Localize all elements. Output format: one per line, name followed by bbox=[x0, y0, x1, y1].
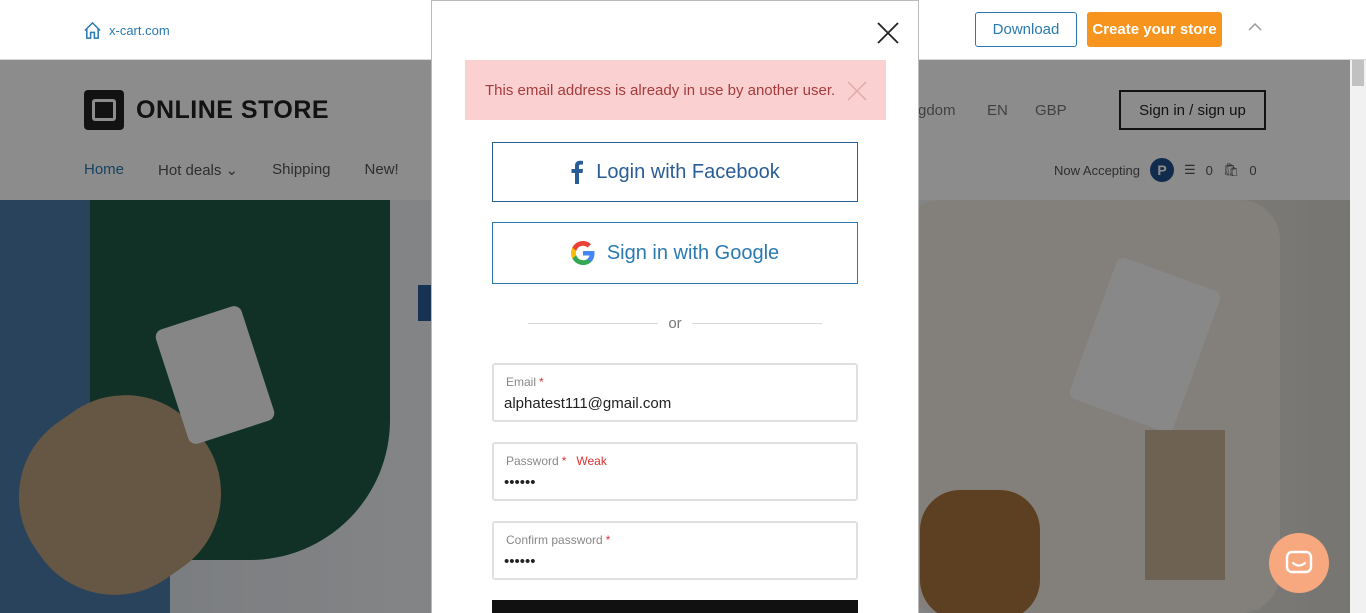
password-label: Password * Weak bbox=[506, 454, 607, 468]
xcart-home-link[interactable]: x-cart.com bbox=[83, 21, 170, 40]
page-scrollbar[interactable] bbox=[1350, 0, 1366, 613]
chat-icon bbox=[1285, 550, 1313, 574]
email-label: Email * bbox=[506, 375, 544, 389]
home-link-label: x-cart.com bbox=[109, 23, 170, 38]
confirm-password-field[interactable]: Confirm password * •••••• bbox=[492, 521, 858, 580]
facebook-login-button[interactable]: Login with Facebook bbox=[492, 142, 858, 202]
email-input[interactable] bbox=[504, 395, 844, 412]
signup-modal: This email address is already in use by … bbox=[431, 0, 919, 613]
password-field[interactable]: Password * Weak •••••• bbox=[492, 442, 858, 501]
google-signin-label: Sign in with Google bbox=[606, 241, 780, 264]
create-store-button[interactable]: Create your store bbox=[1087, 12, 1222, 47]
or-divider: or bbox=[528, 315, 822, 332]
google-icon bbox=[570, 241, 595, 265]
chat-launcher[interactable] bbox=[1269, 533, 1329, 593]
home-icon bbox=[84, 21, 101, 39]
google-signin-button[interactable]: Sign in with Google bbox=[492, 222, 858, 284]
facebook-icon bbox=[571, 160, 584, 184]
download-button[interactable]: Download bbox=[975, 12, 1077, 47]
email-field[interactable]: Email * bbox=[492, 363, 858, 422]
facebook-login-label: Login with Facebook bbox=[596, 160, 780, 183]
alert-close-icon[interactable] bbox=[847, 81, 867, 101]
submit-button[interactable] bbox=[492, 600, 858, 613]
chevron-up-icon[interactable] bbox=[1248, 22, 1262, 32]
confirm-password-label: Confirm password * bbox=[506, 533, 611, 547]
alert-message: This email address is already in use by … bbox=[485, 81, 836, 99]
confirm-password-input[interactable]: •••••• bbox=[504, 553, 536, 570]
or-text: or bbox=[668, 315, 682, 332]
error-alert: This email address is already in use by … bbox=[465, 60, 886, 120]
password-strength: Weak bbox=[576, 454, 607, 468]
password-input[interactable]: •••••• bbox=[504, 474, 536, 491]
close-icon[interactable] bbox=[876, 21, 900, 45]
